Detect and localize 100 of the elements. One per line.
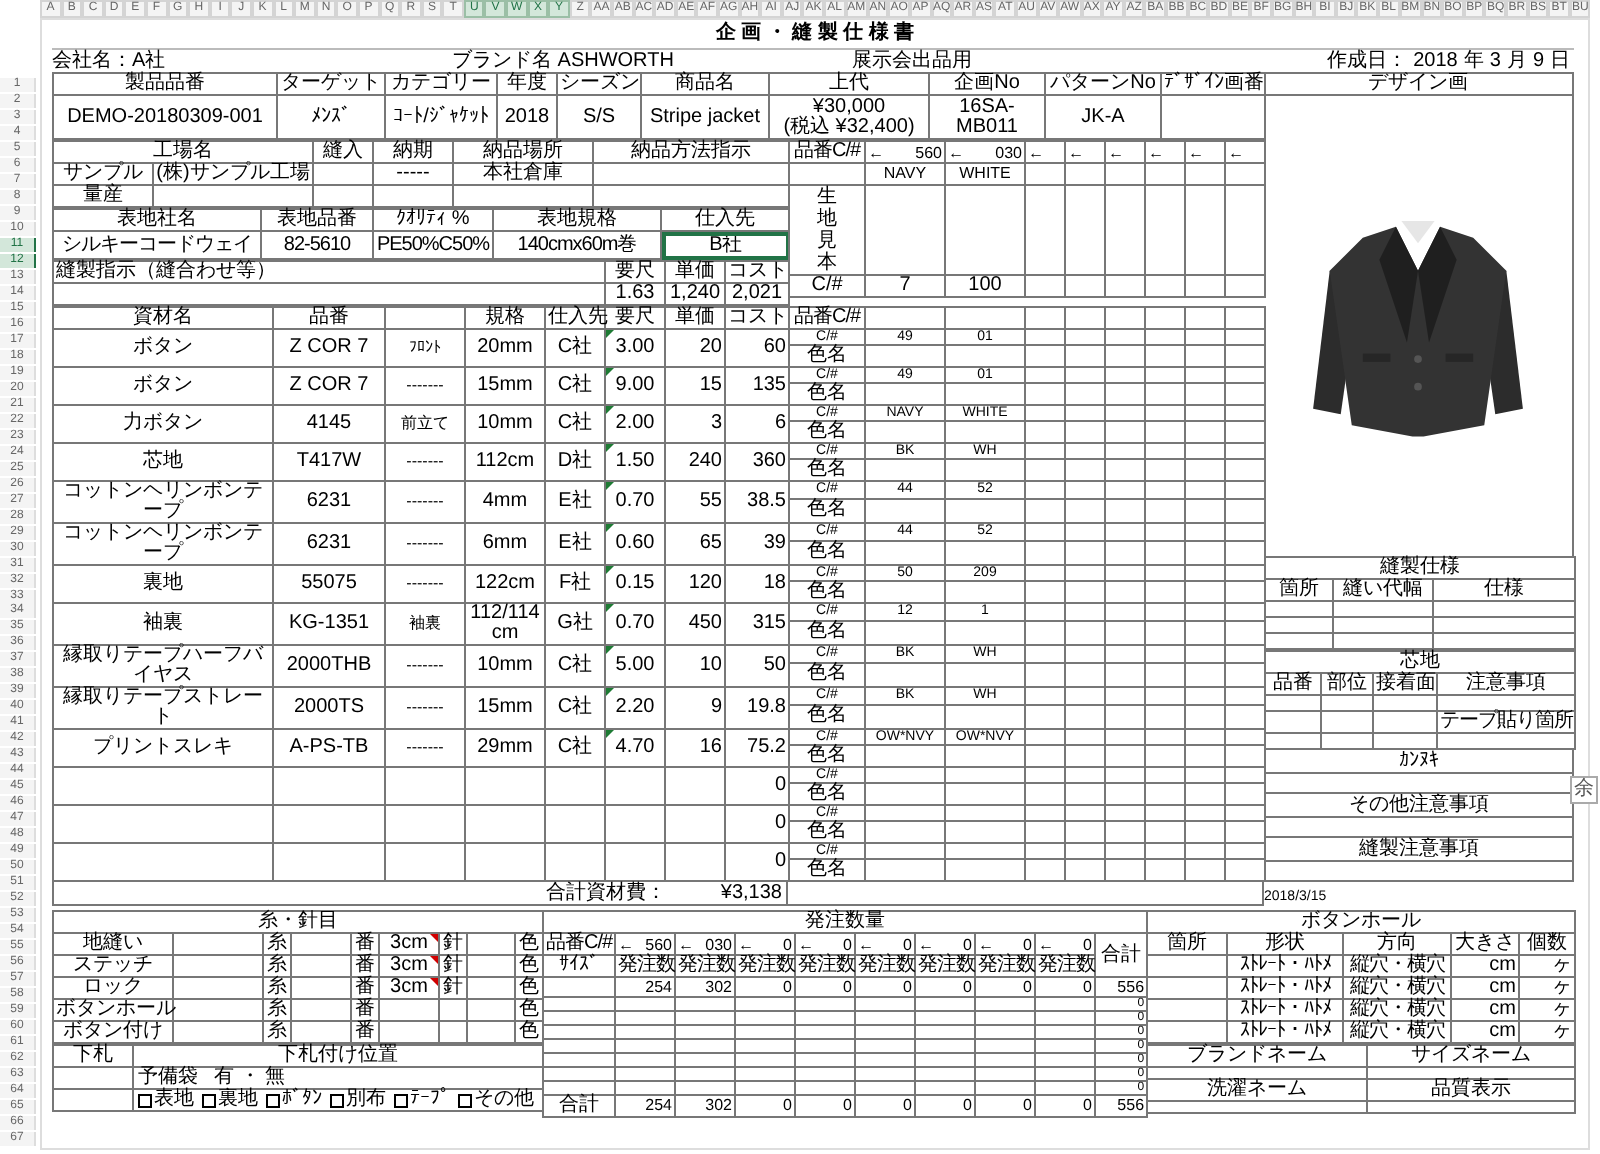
day-unit: 日: [1550, 51, 1570, 71]
table-cell: C社: [545, 645, 605, 687]
table-cell: 色名: [789, 662, 865, 687]
table-cell: 4145: [273, 405, 385, 443]
table-cell: 色名: [789, 383, 865, 405]
checkbox[interactable]: [266, 1093, 280, 1107]
code-text: 0: [903, 935, 912, 953]
table-cell: 3cm: [390, 954, 428, 976]
table-cell: 16: [665, 729, 725, 767]
table-cell: 袖裏: [53, 603, 273, 645]
column-header: カテゴリー: [385, 73, 497, 95]
column-header: 納品場所: [453, 141, 593, 163]
column-header: 仕様: [1433, 579, 1576, 601]
table-cell: 450: [665, 603, 725, 645]
company-name: 会社名：A社: [52, 51, 168, 71]
table-cell: ボタン: [53, 367, 273, 405]
column-header: 資材名: [53, 307, 273, 329]
table-cell: 9.00: [615, 374, 655, 396]
table-cell: 糸: [263, 977, 291, 999]
checkbox[interactable]: [458, 1093, 472, 1107]
table-cell: 袖裏: [385, 603, 465, 645]
created-month: 3: [1489, 51, 1501, 71]
table-cell: 針: [439, 933, 467, 955]
column-header: 品番: [1265, 673, 1321, 695]
table-cell: Stripe jacket: [641, 95, 769, 139]
code-text: 0: [783, 935, 792, 953]
table-cell: 0: [855, 1095, 915, 1117]
table-cell: 10mm: [465, 405, 545, 443]
table-cell: 0.70: [615, 490, 655, 512]
table-cell: C社: [545, 367, 605, 405]
column-header: 注意事項: [1437, 673, 1575, 695]
table-cell: 0.15: [615, 572, 655, 594]
table-cell: cm: [1451, 1021, 1519, 1043]
table-cell: 色名: [789, 581, 865, 603]
column-header: 表地品番: [261, 209, 373, 231]
table-cell: 75.2: [725, 729, 789, 767]
checkbox[interactable]: [138, 1093, 152, 1107]
table-cell: Z COR 7: [273, 329, 385, 367]
table-cell: 2000TS: [273, 687, 385, 729]
table-cell: 6231: [273, 523, 385, 565]
flag-icon: [430, 978, 438, 986]
column-header: 要尺: [605, 307, 665, 329]
column-header: シーズン: [557, 73, 641, 95]
choice-text: 有 ・ 無: [214, 1068, 286, 1088]
column-header: 単価: [665, 261, 725, 283]
table-cell: ロック: [53, 977, 173, 999]
column-header: 箇所: [1147, 933, 1227, 955]
column-header: 合計: [543, 1095, 615, 1117]
column-header: コスト: [725, 261, 789, 283]
table-cell: 色名: [789, 821, 865, 843]
side-tab[interactable]: 余: [1570, 776, 1598, 804]
table-cell: Z COR 7: [273, 367, 385, 405]
created-label: 作成日：: [1327, 51, 1408, 71]
table-cell: 地縫い: [53, 933, 173, 955]
kanuki-label: ｶﾝﾇｷ: [1399, 751, 1439, 771]
table-cell: 15mm: [465, 367, 545, 405]
table-cell: 針: [439, 977, 467, 999]
column-header: 表地規格: [493, 209, 661, 231]
code-text: 0: [843, 935, 852, 953]
table-cell: 4.70: [615, 736, 655, 758]
table-cell: ヶ: [1519, 1021, 1576, 1043]
code-text: 0: [1023, 935, 1032, 953]
column-header: 発注数: [675, 955, 735, 977]
table-cell: 0.70: [615, 612, 655, 634]
table-cell: プリントスレキ: [53, 729, 273, 767]
table-cell: 16SA-MB011: [929, 95, 1045, 139]
checkbox[interactable]: [330, 1093, 344, 1107]
checkbox[interactable]: [202, 1093, 216, 1107]
table-cell: 糸: [263, 955, 291, 977]
table-cell: 1.63: [605, 283, 665, 305]
column-header: 表地社名: [53, 209, 261, 231]
table-cell: 302: [675, 977, 735, 997]
table-cell: 0: [735, 1095, 795, 1117]
table-cell: ¥30,000 (税込 ¥32,400): [769, 95, 929, 139]
table-cell: -------: [385, 481, 465, 523]
table-cell: 色: [515, 999, 544, 1021]
arrow-icon: ←: [1228, 143, 1244, 161]
table-cell: 6: [725, 405, 789, 443]
table-cell: 3: [665, 405, 725, 443]
arrow-icon: ←: [1108, 143, 1124, 161]
table-cell: 色名: [789, 421, 865, 443]
column-header: 納品方法指示: [593, 141, 789, 163]
table-cell: -------: [385, 443, 465, 481]
month-unit: 月: [1506, 51, 1527, 71]
checkbox[interactable]: [394, 1093, 408, 1107]
table-cell: 色名: [789, 745, 865, 767]
table-cell: 0: [1035, 1095, 1095, 1117]
column-header: ブランドネーム: [1147, 1045, 1367, 1067]
table-cell: 0.60: [615, 532, 655, 554]
code-text: 030: [995, 143, 1022, 161]
design-label: デザイン画: [1368, 74, 1468, 94]
table-cell: ステッチ: [53, 955, 173, 977]
table-cell: A-PS-TB: [273, 729, 385, 767]
checkbox-label: 裏地: [218, 1090, 258, 1110]
checkbox-label: ﾎﾞﾀﾝ: [282, 1090, 322, 1110]
created-year: 2018: [1413, 51, 1458, 71]
table-cell: 82-5610: [261, 231, 373, 259]
column-header: 方向: [1343, 933, 1451, 955]
table-cell: -------: [385, 565, 465, 603]
table-cell: サンプル: [53, 163, 153, 185]
